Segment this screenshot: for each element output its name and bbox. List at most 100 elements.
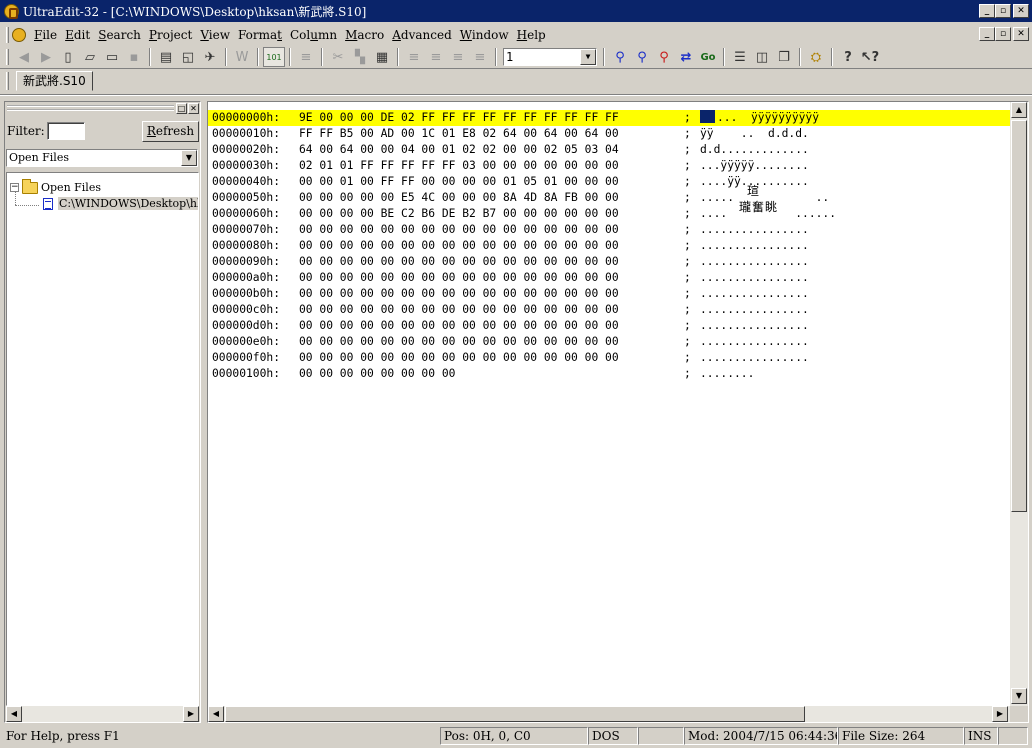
hex-bytes[interactable]: 00 00 00 00 00 00 00 00 00 00 00 00 00 0… bbox=[299, 318, 619, 334]
hex-ascii[interactable]: ................ bbox=[700, 302, 809, 318]
panel-header[interactable]: □ ✕ bbox=[5, 102, 200, 116]
justify-icon[interactable]: ≡ bbox=[469, 47, 491, 67]
open-folder-icon[interactable]: ▱ bbox=[79, 47, 101, 67]
menu-file[interactable]: File bbox=[32, 28, 63, 42]
workspace-icon[interactable]: ⛭ bbox=[805, 47, 827, 67]
split-view-icon[interactable]: ◫ bbox=[751, 47, 773, 67]
document-system-menu-icon[interactable] bbox=[12, 28, 26, 42]
scroll-left-icon[interactable]: ◀ bbox=[208, 706, 224, 722]
align-left-icon[interactable]: ≡ bbox=[403, 47, 425, 67]
tabbar-grip[interactable] bbox=[6, 72, 9, 90]
hex-row[interactable]: 000000d0h: 00 00 00 00 00 00 00 00 00 00 … bbox=[208, 318, 1010, 334]
help-icon[interactable]: ? bbox=[837, 47, 859, 67]
save-icon[interactable]: ▪ bbox=[123, 47, 145, 67]
hex-bytes[interactable]: 9E 00 00 00 DE 02 FF FF FF FF FF FF FF F… bbox=[299, 110, 619, 126]
hex-ascii[interactable]: ...ÿÿÿÿÿ........ bbox=[700, 158, 809, 174]
hex-row[interactable]: 00000030h: 02 01 01 FF FF FF FF FF 03 00 … bbox=[208, 158, 1010, 174]
view-select[interactable]: Open Files ▼ bbox=[6, 149, 198, 167]
print-icon[interactable]: ▤ bbox=[155, 47, 177, 67]
hex-row[interactable]: 000000a0h: 00 00 00 00 00 00 00 00 00 00 … bbox=[208, 270, 1010, 286]
hex-ascii[interactable]: d.d............. bbox=[700, 142, 809, 158]
goto-combo[interactable]: 1 ▼ bbox=[503, 48, 597, 66]
vertical-scroll-thumb[interactable] bbox=[1011, 120, 1027, 512]
print-preview-icon[interactable]: ◱ bbox=[177, 47, 199, 67]
hex-bytes[interactable]: 00 00 00 00 00 00 00 00 00 00 00 00 00 0… bbox=[299, 286, 619, 302]
minimize-button[interactable]: _ bbox=[979, 4, 995, 18]
scroll-up-icon[interactable]: ▲ bbox=[1011, 102, 1027, 118]
menu-help[interactable]: Help bbox=[515, 28, 552, 42]
hex-row[interactable]: 000000b0h: 00 00 00 00 00 00 00 00 00 00 … bbox=[208, 286, 1010, 302]
new-file-icon[interactable]: ▯ bbox=[57, 47, 79, 67]
close-file-icon[interactable]: ▭ bbox=[101, 47, 123, 67]
hex-bytes[interactable]: 00 00 00 00 00 00 00 00 00 00 00 00 00 0… bbox=[299, 222, 619, 238]
hex-ascii[interactable]: ... ÿÿÿÿÿÿÿÿÿÿ bbox=[700, 110, 819, 126]
panel-grip[interactable] bbox=[7, 105, 174, 111]
hex-row[interactable]: 00000100h: 00 00 00 00 00 00 00 00;......… bbox=[208, 366, 1010, 382]
document-close-button[interactable]: ✕ bbox=[1013, 27, 1029, 41]
panel-close-button[interactable]: ✕ bbox=[188, 103, 199, 114]
hex-view[interactable]: 00000000h: 9E 00 00 00 DE 02 FF FF FF FF … bbox=[208, 102, 1010, 706]
filter-input[interactable] bbox=[47, 122, 85, 140]
hex-ascii[interactable]: ................ bbox=[700, 270, 809, 286]
tab-file[interactable]: 新武將.S10 bbox=[16, 71, 93, 91]
cascade-windows-icon[interactable]: ❐ bbox=[773, 47, 795, 67]
menu-view[interactable]: View bbox=[198, 28, 236, 42]
hex-bytes[interactable]: 00 00 00 00 00 00 00 00 00 00 00 00 00 0… bbox=[299, 350, 619, 366]
insert-icon[interactable]: ≡ bbox=[295, 47, 317, 67]
hex-row[interactable]: 00000070h: 00 00 00 00 00 00 00 00 00 00 … bbox=[208, 222, 1010, 238]
goto-icon[interactable]: Go bbox=[697, 47, 719, 67]
hex-row[interactable]: 000000c0h: 00 00 00 00 00 00 00 00 00 00 … bbox=[208, 302, 1010, 318]
toolbar-grip[interactable] bbox=[6, 49, 9, 65]
hex-bytes[interactable]: 00 00 00 00 00 00 00 00 00 00 00 00 00 0… bbox=[299, 334, 619, 350]
panel-horizontal-scrollbar[interactable]: ◀ ▶ bbox=[6, 706, 199, 722]
paste-icon[interactable]: ▦ bbox=[371, 47, 393, 67]
cut-icon[interactable]: ✂ bbox=[327, 47, 349, 67]
hex-row[interactable]: 000000f0h: 00 00 00 00 00 00 00 00 00 00 … bbox=[208, 350, 1010, 366]
hex-row[interactable]: 00000050h: 00 00 00 00 00 E5 4C 00 00 00 … bbox=[208, 190, 1010, 206]
hex-mode-icon[interactable]: 101 bbox=[263, 47, 285, 67]
tree-node-file[interactable]: C:\WINDOWS\Desktop\hksa bbox=[43, 197, 198, 210]
horizontal-scrollbar[interactable]: ◀ ▶ bbox=[208, 706, 1010, 722]
hex-ascii[interactable]: ................ bbox=[700, 254, 809, 270]
align-center-icon[interactable]: ≡ bbox=[425, 47, 447, 67]
hex-bytes[interactable]: 00 00 00 00 00 E5 4C 00 00 00 8A 4D 8A F… bbox=[299, 190, 619, 206]
hex-row[interactable]: 00000040h: 00 00 01 00 FF FF 00 00 00 00 … bbox=[208, 174, 1010, 190]
hex-bytes[interactable]: 00 00 00 00 00 00 00 00 00 00 00 00 00 0… bbox=[299, 238, 619, 254]
hex-bytes[interactable]: 00 00 01 00 FF FF 00 00 00 00 01 05 01 0… bbox=[299, 174, 619, 190]
document-restore-button[interactable]: ▫ bbox=[995, 27, 1011, 41]
align-right-icon[interactable]: ≡ bbox=[447, 47, 469, 67]
scroll-down-icon[interactable]: ▼ bbox=[1011, 688, 1027, 704]
hex-bytes[interactable]: 00 00 00 00 00 00 00 00 00 00 00 00 00 0… bbox=[299, 302, 619, 318]
tree-node-open-files[interactable]: − Open Files bbox=[10, 178, 101, 194]
hex-bytes[interactable]: 00 00 00 00 00 00 00 00 00 00 00 00 00 0… bbox=[299, 254, 619, 270]
hex-row[interactable]: 00000020h: 64 00 64 00 00 04 00 01 02 02 … bbox=[208, 142, 1010, 158]
menu-format[interactable]: Format bbox=[236, 28, 288, 42]
menu-search[interactable]: Search bbox=[96, 28, 147, 42]
hex-ascii[interactable]: ................ bbox=[700, 286, 809, 302]
back-arrow-icon[interactable]: ◀ bbox=[13, 47, 35, 67]
close-button[interactable]: ✕ bbox=[1013, 4, 1029, 18]
hex-row[interactable]: 00000080h: 00 00 00 00 00 00 00 00 00 00 … bbox=[208, 238, 1010, 254]
menu-window[interactable]: Window bbox=[458, 28, 515, 42]
menu-project[interactable]: Project bbox=[147, 28, 198, 42]
scroll-right-icon[interactable]: ▶ bbox=[992, 706, 1008, 722]
hex-ascii[interactable]: ................ bbox=[700, 238, 809, 254]
hex-bytes[interactable]: 64 00 64 00 00 04 00 01 02 02 00 00 02 0… bbox=[299, 142, 619, 158]
ftp-icon[interactable]: ✈ bbox=[199, 47, 221, 67]
word-wrap-icon[interactable]: W bbox=[231, 47, 253, 67]
hex-bytes[interactable]: 02 01 01 FF FF FF FF FF 03 00 00 00 00 0… bbox=[299, 158, 619, 174]
hex-row[interactable]: 00000060h: 00 00 00 00 BE C2 B6 DE B2 B7 … bbox=[208, 206, 1010, 222]
find-prev-icon[interactable]: ⚲ bbox=[653, 47, 675, 67]
menu-macro[interactable]: Macro bbox=[343, 28, 390, 42]
menu-column[interactable]: Column bbox=[288, 28, 343, 42]
list-view-icon[interactable]: ☰ bbox=[729, 47, 751, 67]
hex-bytes[interactable]: 00 00 00 00 00 00 00 00 00 00 00 00 00 0… bbox=[299, 270, 619, 286]
menubar-grip[interactable] bbox=[6, 27, 9, 43]
scroll-left-icon[interactable]: ◀ bbox=[6, 706, 22, 722]
restore-button[interactable]: ▫ bbox=[995, 4, 1011, 18]
hex-ascii[interactable]: ................ bbox=[700, 334, 809, 350]
hex-ascii[interactable]: ................ bbox=[700, 318, 809, 334]
hex-bytes[interactable]: FF FF B5 00 AD 00 1C 01 E8 02 64 00 64 0… bbox=[299, 126, 619, 142]
vertical-scrollbar[interactable]: ▲ ▼ bbox=[1010, 102, 1028, 706]
hex-ascii[interactable]: ................ bbox=[700, 222, 809, 238]
